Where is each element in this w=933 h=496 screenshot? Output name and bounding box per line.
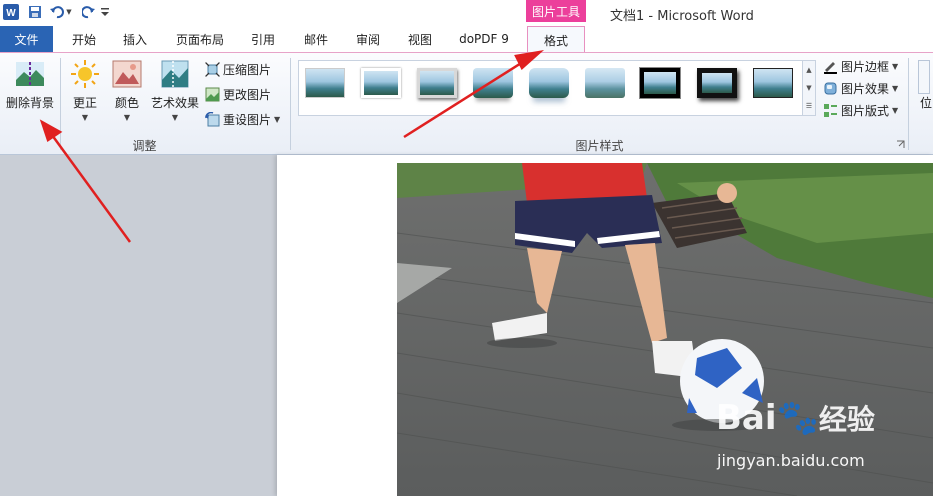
arrow-head-icon [514, 50, 545, 71]
annotation-arrows [39, 50, 545, 243]
arrow-to-format-tab [403, 58, 527, 139]
arrow-to-remove-background [50, 134, 132, 243]
arrow-head-icon [39, 119, 63, 142]
